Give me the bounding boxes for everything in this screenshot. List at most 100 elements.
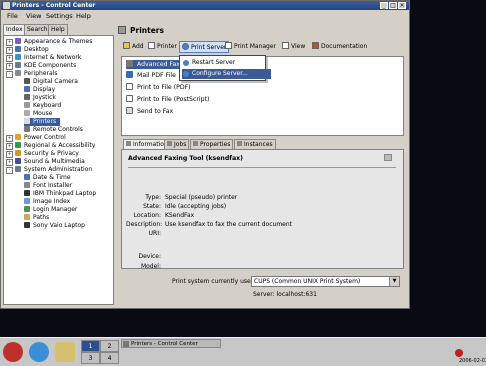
tree-item-kde[interactable]: + KDE Components — [6, 62, 76, 70]
menu-view[interactable]: View — [26, 12, 41, 20]
image-icon — [24, 198, 30, 204]
chevron-down-icon[interactable]: ▼ — [389, 277, 399, 286]
folder-icon — [24, 214, 30, 220]
tree-item-keyboard[interactable]: Keyboard — [24, 102, 61, 110]
tree-item-image-index[interactable]: Image Index — [24, 198, 70, 206]
expand-icon[interactable]: + — [6, 47, 13, 54]
configure-icon — [183, 71, 189, 77]
expand-icon[interactable]: + — [6, 143, 13, 150]
menu-item-configure-server[interactable]: Configure Server... — [182, 69, 271, 79]
add-button[interactable]: Add — [123, 41, 144, 53]
documentation-button[interactable]: Documentation — [312, 41, 367, 53]
tree-item-paths[interactable]: Paths — [24, 214, 49, 222]
menu-settings[interactable]: Settings — [46, 12, 73, 20]
taskbar-item-control-center[interactable]: Printers - Control Center — [121, 339, 221, 348]
print-manager-button[interactable]: Print Manager — [225, 41, 276, 53]
browser-icon[interactable] — [29, 342, 49, 362]
tab-index[interactable]: Index — [3, 24, 26, 35]
tree-item-joystick[interactable]: Joystick — [24, 94, 56, 102]
mail-icon[interactable] — [55, 342, 75, 362]
module-tree: + Appearance & Themes + Desktop + Internet … — [3, 35, 114, 305]
regional-icon — [15, 142, 21, 148]
window-title: Printers - Control Center — [12, 2, 96, 9]
title-bar[interactable]: Printers - Control Center _ □ × — [1, 1, 409, 10]
monitor-icon — [24, 86, 30, 92]
expand-icon[interactable]: + — [6, 55, 13, 62]
expand-icon[interactable]: + — [6, 63, 13, 70]
menu-item-restart-server[interactable]: Restart Server — [182, 58, 235, 68]
tree-item-date-time[interactable]: Date & Time — [24, 174, 71, 182]
lock-icon — [15, 150, 21, 156]
tree-item-digital-camera[interactable]: Digital Camera — [24, 78, 78, 86]
workspace-3[interactable]: 3 — [81, 352, 100, 364]
jobs-icon — [167, 141, 172, 146]
printer-item-file-postscript[interactable]: Print to File (PostScript) — [126, 95, 209, 104]
printer-item-file-pdf[interactable]: Print to File (PDF) — [126, 83, 191, 92]
tree-item-system-admin[interactable]: - System Administration — [6, 166, 92, 174]
taskbar: 1 2 3 4 Printers - Control Center — [0, 337, 486, 366]
clock[interactable]: 2006-02-01 — [459, 358, 486, 364]
tab-help[interactable]: Help — [48, 24, 68, 35]
model-label: Model: — [140, 263, 161, 270]
tree-item-internet[interactable]: + Internet & Network — [6, 54, 81, 62]
tree-item-mouse[interactable]: Mouse — [24, 110, 52, 118]
view-button[interactable]: View — [282, 41, 305, 53]
printer-item-send-fax[interactable]: Send to Fax — [126, 107, 173, 116]
tree-item-power[interactable]: + Power Control — [6, 134, 66, 142]
expand-icon[interactable]: + — [6, 39, 13, 46]
tab-search[interactable]: Search — [24, 24, 51, 35]
module-heading: Printers — [130, 26, 164, 35]
printer-item-mail-pdf[interactable]: Mail PDF File — [126, 71, 176, 80]
tree-item-remote-controls[interactable]: Remote Controls — [24, 126, 83, 134]
tree-item-printers[interactable]: Printers — [24, 118, 61, 126]
print-server-button[interactable]: Print Server — [179, 41, 230, 53]
keyboard-icon — [24, 102, 30, 108]
fax-icon — [126, 60, 133, 67]
expand-icon[interactable]: + — [6, 159, 13, 166]
device-label: Device: — [138, 253, 161, 260]
redhat-menu-icon[interactable] — [3, 342, 23, 362]
printer-button[interactable]: Printer — [148, 41, 177, 53]
desktop-icon — [15, 46, 21, 52]
notification-icon[interactable] — [455, 349, 463, 357]
clock-icon — [24, 174, 30, 180]
window-menu-icon[interactable] — [3, 2, 10, 9]
tree-item-desktop[interactable]: + Desktop — [6, 46, 49, 54]
tree-item-sound[interactable]: + Sound & Multimedia — [6, 158, 85, 166]
workspace-1[interactable]: 1 — [81, 340, 100, 352]
minimize-button[interactable]: _ — [380, 2, 388, 9]
tab-jobs[interactable]: Jobs — [164, 139, 190, 149]
print-server-menu: Restart Server Configure Server... — [179, 55, 271, 81]
tab-instances[interactable]: Instances — [234, 139, 276, 149]
close-button[interactable]: × — [398, 2, 406, 9]
maximize-button[interactable]: □ — [389, 2, 397, 9]
server-icon — [182, 43, 189, 50]
control-center-window: Printers - Control Center _ □ × File Vie… — [0, 0, 410, 309]
collapse-icon[interactable]: - — [6, 71, 13, 78]
tree-item-font-installer[interactable]: Font Installer — [24, 182, 72, 190]
tree-item-regional[interactable]: + Regional & Accessibility — [6, 142, 95, 150]
tree-item-thinkpad[interactable]: IBM Thinkpad Laptop — [24, 190, 96, 198]
workspace-2[interactable]: 2 — [100, 340, 119, 352]
tree-item-login-manager[interactable]: Login Manager — [24, 206, 77, 214]
tab-properties[interactable]: Properties — [190, 139, 234, 149]
collapse-icon[interactable]: - — [6, 167, 13, 174]
print-icon[interactable] — [384, 154, 392, 161]
workspace-pager: 1 2 3 4 — [81, 339, 121, 365]
expand-icon[interactable]: + — [6, 135, 13, 142]
print-system-label: Print system currently used: — [172, 278, 257, 285]
menu-file[interactable]: File — [7, 12, 18, 20]
expand-icon[interactable]: + — [6, 151, 13, 158]
properties-icon — [193, 141, 198, 146]
view-icon — [282, 42, 289, 49]
description-label: Description: — [126, 221, 163, 228]
tree-item-display[interactable]: Display — [24, 86, 55, 94]
tree-item-peripherals[interactable]: - Peripherals — [6, 70, 57, 78]
login-icon — [24, 206, 30, 212]
tree-item-security[interactable]: + Security & Privacy — [6, 150, 79, 158]
print-system-select[interactable]: CUPS (Common UNIX Print System) ▼ — [251, 276, 400, 287]
menu-help[interactable]: Help — [76, 12, 91, 20]
tree-item-appearance[interactable]: + Appearance & Themes — [6, 38, 92, 46]
workspace-4[interactable]: 4 — [100, 352, 119, 364]
tree-item-sony-vaio[interactable]: Sony Vaio Laptop — [24, 222, 85, 230]
